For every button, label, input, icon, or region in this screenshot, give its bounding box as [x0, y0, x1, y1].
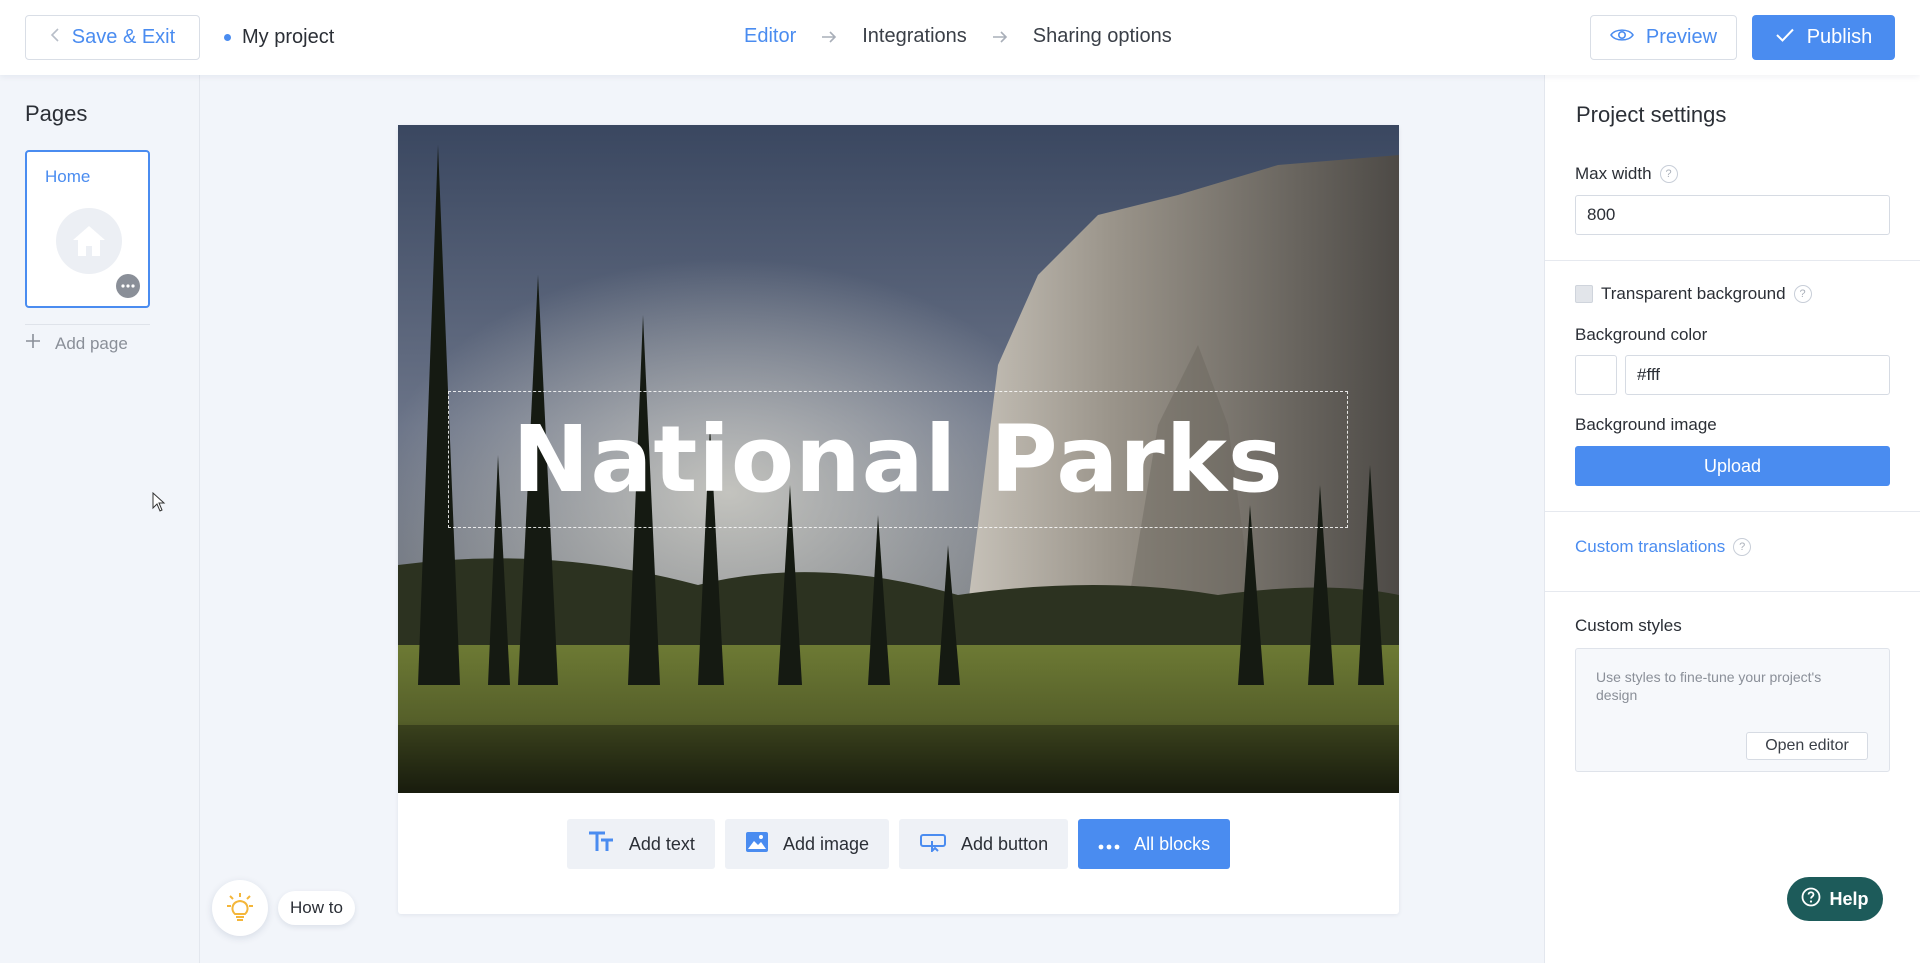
section-divider — [1545, 591, 1920, 592]
image-icon — [745, 831, 769, 858]
all-blocks-label: All blocks — [1134, 833, 1211, 854]
page-thumbnail-home[interactable]: Home — [25, 150, 150, 308]
add-image-button[interactable]: Add image — [724, 819, 889, 869]
background-color-input[interactable]: #fff — [1625, 355, 1890, 395]
page-label: Home — [45, 167, 91, 186]
all-blocks-button[interactable]: All blocks — [1078, 819, 1231, 869]
step-integrations[interactable]: Integrations — [862, 25, 967, 48]
preview-button[interactable]: Preview — [1590, 15, 1737, 60]
text-icon — [587, 831, 615, 858]
custom-styles-label: Custom styles — [1575, 616, 1682, 635]
plus-icon — [25, 333, 41, 354]
open-editor-label: Open editor — [1765, 737, 1849, 754]
pages-sidebar: Pages Home Add page — [0, 75, 200, 963]
step-editor[interactable]: Editor — [744, 25, 796, 48]
eye-icon — [1609, 26, 1634, 49]
help-question-icon[interactable]: ? — [1733, 538, 1752, 556]
background-color-label: Background color — [1575, 325, 1708, 344]
step-sharing-options[interactable]: Sharing options — [1033, 25, 1172, 48]
help-question-icon[interactable]: ? — [1659, 165, 1678, 183]
publish-button[interactable]: Publish — [1752, 15, 1895, 60]
max-width-value: 800 — [1587, 205, 1616, 224]
hero-image-block[interactable]: National Parks — [398, 125, 1399, 793]
upload-label: Upload — [1703, 455, 1762, 476]
section-divider — [1545, 260, 1920, 261]
add-button-button[interactable]: Add button — [899, 819, 1069, 869]
open-editor-button[interactable]: Open editor — [1746, 732, 1868, 760]
publish-label: Publish — [1806, 26, 1873, 48]
project-name-label: My project — [242, 26, 335, 48]
custom-styles-hint: Use styles to fine-tune your project's d… — [1596, 669, 1822, 703]
top-bar: Save & Exit My project Editor Integratio… — [0, 0, 1920, 75]
max-width-label: Max width ? — [1575, 164, 1678, 184]
help-button[interactable]: Help — [1787, 877, 1883, 921]
add-text-button[interactable]: Add text — [566, 819, 715, 869]
how-to-label[interactable]: How to — [278, 891, 355, 925]
chevron-left-icon — [50, 26, 60, 49]
max-width-label-text: Max width — [1575, 164, 1652, 183]
panel-title: Project settings — [1576, 102, 1727, 127]
help-label: Help — [1829, 888, 1869, 909]
mouse-cursor-icon — [152, 491, 166, 517]
custom-translations-link[interactable]: Custom translations — [1575, 537, 1725, 557]
pages-title: Pages — [25, 101, 88, 126]
transparent-background-option[interactable]: Transparent background ? — [1575, 284, 1812, 304]
add-page-label: Add page — [55, 333, 128, 353]
more-dots-icon — [1098, 834, 1120, 855]
unsaved-dot-icon — [224, 34, 231, 41]
button-icon — [919, 832, 947, 857]
add-image-label: Add image — [782, 833, 869, 854]
add-blocks-toolbar: Add text Add image Add button All blocks — [398, 819, 1399, 869]
upload-button[interactable]: Upload — [1575, 446, 1890, 486]
checkmark-icon — [1775, 26, 1795, 49]
background-color-swatch[interactable] — [1575, 355, 1617, 395]
project-name[interactable]: My project — [224, 26, 334, 49]
hero-title-text-block[interactable]: National Parks — [448, 391, 1348, 528]
page-more-options-icon[interactable] — [116, 274, 140, 298]
add-button-label: Add button — [961, 833, 1049, 854]
sidebar-divider — [25, 324, 150, 325]
arrow-right-icon — [821, 30, 837, 43]
how-to-widget[interactable]: How to — [212, 880, 355, 936]
background-image-label: Background image — [1575, 415, 1717, 434]
save-exit-button[interactable]: Save & Exit — [25, 15, 200, 60]
save-exit-label: Save & Exit — [71, 26, 176, 48]
page-canvas: National Parks Add text Add image Add bu… — [398, 125, 1399, 914]
question-circle-icon — [1801, 887, 1821, 912]
transparent-background-checkbox[interactable] — [1575, 285, 1593, 303]
home-icon — [56, 208, 122, 274]
lightbulb-icon[interactable] — [212, 880, 268, 936]
step-navigation: Editor Integrations Sharing options — [744, 25, 1172, 48]
max-width-input[interactable]: 800 — [1575, 195, 1890, 235]
transparent-background-label: Transparent background — [1601, 284, 1786, 303]
project-settings-panel: Project settings Max width ? 800 Transpa… — [1544, 75, 1920, 963]
custom-styles-box: Use styles to fine-tune your project's d… — [1575, 648, 1890, 772]
add-text-label: Add text — [628, 833, 695, 854]
section-divider — [1545, 511, 1920, 512]
custom-translations-row: Custom translations ? — [1575, 537, 1752, 557]
arrow-right-icon — [992, 30, 1008, 43]
preview-label: Preview — [1645, 26, 1718, 48]
hero-title[interactable]: National Parks — [512, 406, 1283, 513]
background-color-value: #fff — [1637, 365, 1661, 384]
add-page-button[interactable]: Add page — [25, 333, 128, 354]
help-question-icon[interactable]: ? — [1793, 285, 1812, 303]
